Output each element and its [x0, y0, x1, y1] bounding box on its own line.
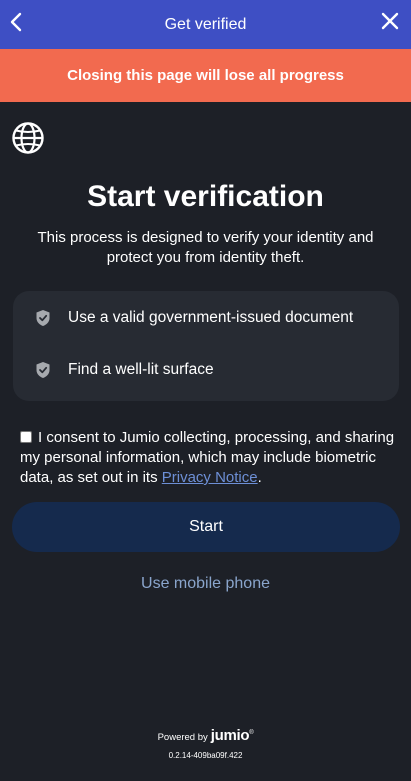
warning-banner: Closing this page will lose all progress	[0, 49, 411, 102]
powered-by: Powered by jumio®	[0, 727, 411, 744]
page-title: Get verified	[164, 15, 247, 33]
version-label: 0.2.14-409ba09f.422	[168, 751, 243, 760]
tip-text: Find a well-lit surface	[68, 361, 214, 378]
powered-by-text: Powered by	[157, 732, 208, 743]
start-button-label: Start	[189, 518, 223, 535]
shield-check-icon	[36, 310, 50, 326]
header-bar: Get verified	[0, 0, 411, 49]
consent-block: I consent to Jumio collecting, processin…	[20, 428, 395, 488]
close-icon	[381, 12, 399, 30]
jumio-logo: jumio®	[211, 727, 254, 744]
consent-checkbox[interactable]	[20, 431, 32, 443]
tip-item: Use a valid government-issued document	[35, 309, 353, 327]
verification-screen: Get verified Closing this page will lose…	[0, 0, 411, 781]
globe-icon	[12, 122, 44, 154]
privacy-notice-link[interactable]: Privacy Notice	[162, 469, 258, 486]
shield-check-icon	[36, 362, 50, 378]
trademark-mark: ®	[249, 730, 254, 736]
warning-text: Closing this page will lose all progress	[67, 67, 344, 84]
start-button[interactable]: Start	[12, 502, 400, 552]
tips-card: Use a valid government-issued document F…	[13, 291, 399, 401]
language-button[interactable]	[11, 121, 45, 155]
close-button[interactable]	[379, 8, 401, 34]
back-button[interactable]	[4, 6, 28, 38]
tip-item: Find a well-lit surface	[35, 361, 214, 379]
tip-text: Use a valid government-issued document	[68, 309, 354, 326]
consent-text-end: .	[257, 469, 262, 486]
use-mobile-phone-link[interactable]: Use mobile phone	[0, 575, 411, 593]
chevron-left-icon	[10, 12, 22, 32]
use-mobile-phone-label: Use mobile phone	[141, 575, 270, 592]
main-subtitle: This process is designed to verify your …	[37, 229, 374, 266]
jumio-logo-text: jumio	[210, 727, 250, 744]
main-heading: Start verification	[87, 180, 324, 213]
